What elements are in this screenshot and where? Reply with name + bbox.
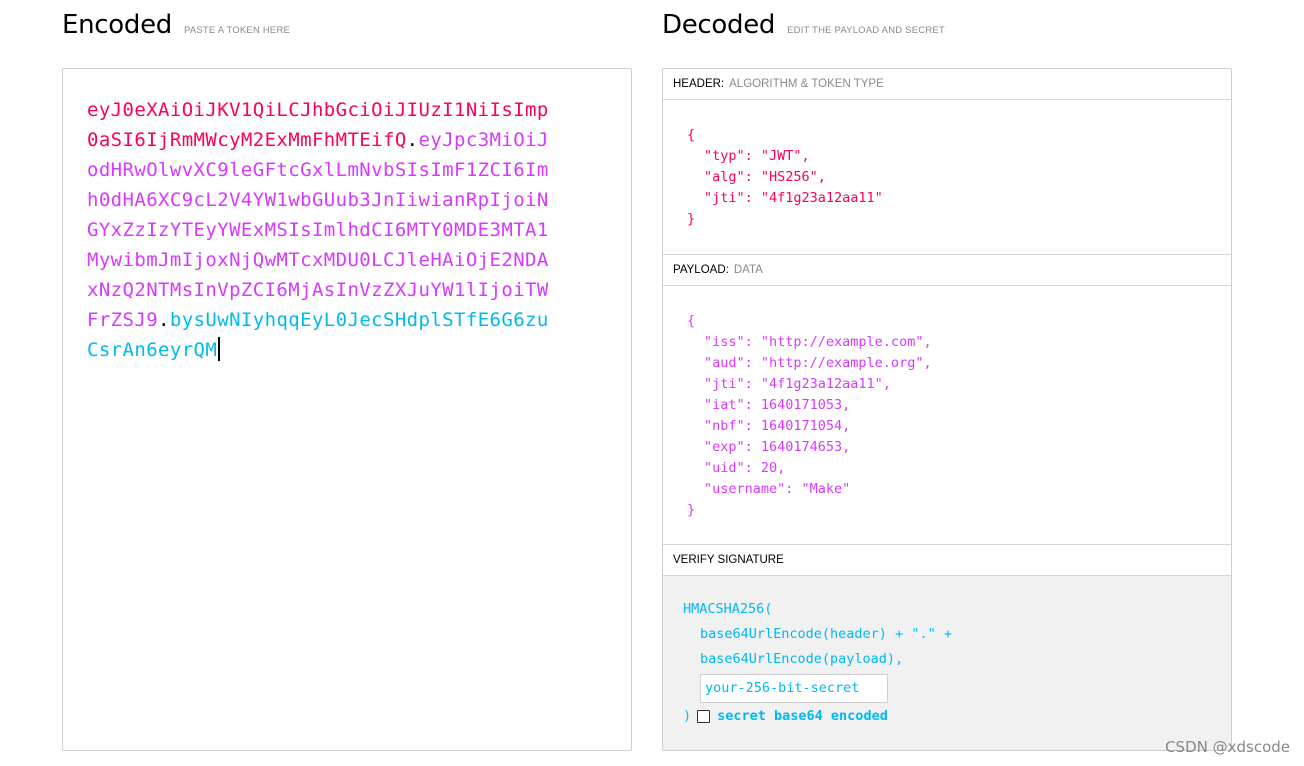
json-close-brace: } [687,502,696,518]
payload-label: PAYLOAD: [673,264,729,276]
payload-json-line: "jti": "4f1g23a12aa11", [704,376,891,392]
payload-json-line: "exp": 1640174653, [704,439,851,455]
secret-input[interactable]: your-256-bit-secret [700,674,888,703]
encoded-subtitle: PASTE A TOKEN HERE [184,25,291,36]
header-json-line: "jti": "4f1g23a12aa11" [704,190,883,206]
header-desc: ALGORITHM & TOKEN TYPE [729,78,884,90]
token-separator: . [158,309,170,331]
json-close-brace: } [687,211,696,227]
payload-json-editor[interactable]: { "iss": "http://example.com", "aud": "ht… [663,286,1231,544]
verify-body: HMACSHA256( base64UrlEncode(header) + ".… [663,576,1231,750]
verify-section-title: VERIFY SIGNATURE [663,545,1231,576]
header-json-lines: "typ": "JWT", "alg": "HS256", "jti": "4f1g… [687,146,1231,209]
encoded-token-editor[interactable]: eyJ0eXAiOiJKV1QiLCJhbGciOiJIUzI1NiIsImp0… [62,68,632,751]
watermark: CSDN @xdscode [1165,738,1290,756]
decoded-title: Decoded [662,10,776,40]
decoded-panel: HEADER: ALGORITHM & TOKEN TYPE { "typ": … [662,68,1232,751]
hmac-function-open: HMACSHA256( [683,601,773,617]
payload-section: PAYLOAD: DATA { "iss": "http://example.c… [663,255,1231,545]
payload-section-title: PAYLOAD: DATA [663,255,1231,286]
header-section: HEADER: ALGORITHM & TOKEN TYPE { "typ": … [663,69,1231,255]
header-json-line: "alg": "HS256", [704,169,826,185]
payload-json-lines: "iss": "http://example.com", "aud": "http… [687,332,1231,500]
header-json-editor[interactable]: { "typ": "JWT", "alg": "HS256", "jti": "4f… [663,100,1231,254]
payload-json-line: "username": "Make" [704,481,851,497]
payload-json-line: "nbf": 1640171054, [704,418,851,434]
payload-json-line: "aud": "http://example.org", [704,355,932,371]
secret-base64-checkbox[interactable] [697,710,711,723]
encoded-title: Encoded [62,10,173,40]
text-caret [218,337,220,361]
verify-label: VERIFY SIGNATURE [673,554,784,566]
header-section-title: HEADER: ALGORITHM & TOKEN TYPE [663,69,1231,100]
decoded-heading: Decoded EDIT THE PAYLOAD AND SECRET [662,10,945,40]
hmac-payload-line: base64UrlEncode(payload), [700,651,904,667]
encoded-heading: Encoded PASTE A TOKEN HERE [62,10,290,40]
verify-signature-section: VERIFY SIGNATURE HMACSHA256( base64UrlEn… [663,545,1231,750]
decoded-subtitle: EDIT THE PAYLOAD AND SECRET [787,25,945,36]
payload-json-line: "uid": 20, [704,460,786,476]
token-payload-part: eyJpc3MiOiJodHRwOlwvXC9leGFtcGxlLmNvbSIs… [87,129,549,331]
payload-desc: DATA [733,264,763,276]
json-open-brace: { [687,127,696,143]
token-text[interactable]: eyJ0eXAiOiJKV1QiLCJhbGciOiJIUzI1NiIsImp0… [87,95,557,365]
header-label: HEADER: [673,78,725,90]
json-open-brace: { [687,313,696,329]
hmac-header-line: base64UrlEncode(header) + "." + [700,626,952,642]
payload-json-line: "iat": 1640171053, [704,397,851,413]
hmac-function-close: ) [683,708,692,724]
header-json-line: "typ": "JWT", [704,148,810,164]
secret-base64-label[interactable]: secret base64 encoded [717,704,888,729]
payload-json-line: "iss": "http://example.com", [704,334,932,350]
token-separator: . [406,129,419,151]
